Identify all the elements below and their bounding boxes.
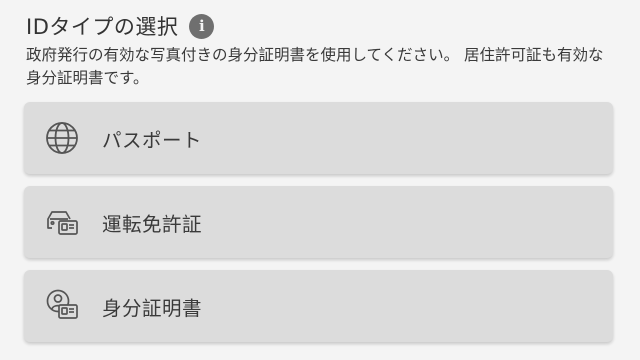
option-drivers-license-label: 運転免許証 — [102, 212, 203, 236]
instructions-text: 政府発行の有効な写真付きの身分証明書を使用してください。 居住許可証も有効な身分… — [26, 46, 604, 87]
id-type-selection-screen: IDタイプの選択 i 政府発行の有効な写真付きの身分証明書を使用してください。 … — [0, 0, 640, 360]
car-license-icon — [44, 204, 80, 240]
option-id-card-label: 身分証明書 — [102, 296, 203, 320]
info-icon[interactable]: i — [189, 13, 215, 39]
id-card-person-icon — [44, 288, 80, 324]
option-passport[interactable]: パスポート — [24, 102, 613, 174]
globe-icon — [44, 120, 80, 156]
option-passport-label: パスポート — [102, 128, 203, 152]
page-title: IDタイプの選択 — [26, 15, 179, 39]
id-type-options: パスポート 運転免許証 身分証明書 — [24, 102, 613, 354]
option-id-card[interactable]: 身分証明書 — [24, 270, 613, 342]
option-drivers-license[interactable]: 運転免許証 — [24, 186, 613, 258]
